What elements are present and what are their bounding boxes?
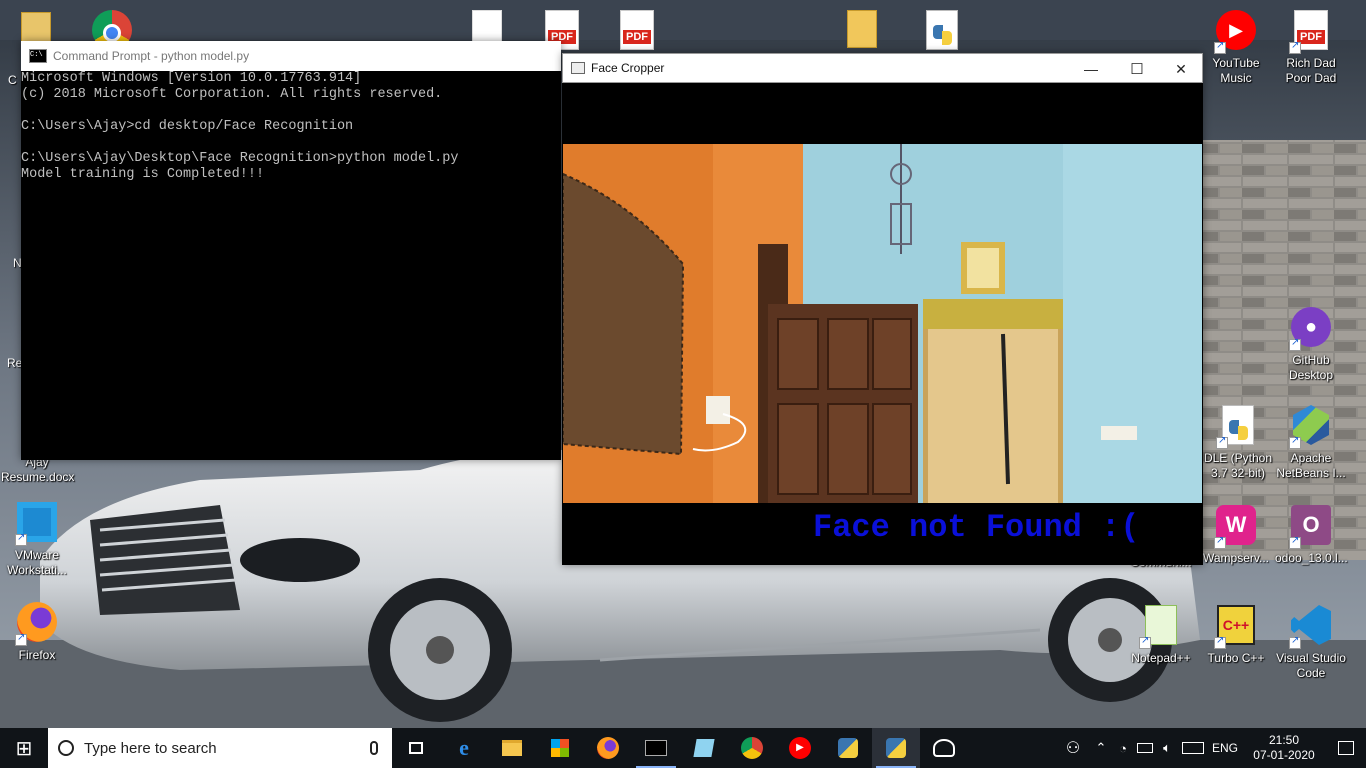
desktop-icon-label: DLE (Python 3.7 32-bit) bbox=[1203, 451, 1273, 480]
taskbar-photos[interactable] bbox=[920, 728, 968, 768]
console-line: C:\Users\Ajay>cd desktop/Face Recognitio… bbox=[21, 119, 354, 134]
notification-button[interactable] bbox=[1326, 728, 1366, 768]
app-icon bbox=[693, 739, 715, 757]
python-file-icon bbox=[926, 10, 958, 50]
desktop-icon-label: Wampserv... bbox=[1202, 551, 1269, 565]
cmd-console-output[interactable]: Microsoft Windows [Version 10.0.17763.91… bbox=[21, 71, 561, 460]
console-line: Microsoft Windows [Version 10.0.17763.91… bbox=[21, 71, 362, 86]
photos-icon bbox=[933, 739, 955, 757]
taskbar-store[interactable] bbox=[536, 728, 584, 768]
desktop-icon-python-file[interactable] bbox=[906, 8, 978, 56]
desktop-icon-wampserver[interactable]: W Wampserv... bbox=[1200, 503, 1272, 566]
desktop-icon-label: Notepad++ bbox=[1131, 651, 1191, 665]
app-window-icon bbox=[571, 62, 585, 74]
clock-date: 07-01-2020 bbox=[1253, 748, 1315, 762]
folder-icon bbox=[502, 740, 522, 756]
notification-icon bbox=[1338, 741, 1354, 755]
desktop-icon-label: Firefox bbox=[18, 648, 56, 662]
cmd-titlebar[interactable]: C:\ Command Prompt - python model.py — bbox=[21, 41, 717, 71]
desktop-icon-label: VMware Workstati... bbox=[7, 548, 67, 577]
task-view-button[interactable] bbox=[392, 728, 440, 768]
start-button[interactable]: ⊞ bbox=[0, 728, 48, 768]
task-view-icon bbox=[409, 742, 423, 754]
store-icon bbox=[551, 739, 569, 757]
camera-feed bbox=[563, 144, 1202, 503]
taskbar-firefox[interactable] bbox=[584, 728, 632, 768]
desktop-icon-odoo[interactable]: O odoo_13.0.l... bbox=[1275, 503, 1348, 566]
desktop-icon-label: Turbo C++ bbox=[1207, 651, 1265, 665]
python-icon bbox=[838, 738, 858, 758]
cmd-icon: C:\ bbox=[29, 49, 47, 63]
frame-padding-top bbox=[563, 83, 1202, 144]
partial-icon-label: C bbox=[8, 73, 17, 87]
taskbar-youtube-music[interactable]: ▶ bbox=[776, 728, 824, 768]
taskbar-command-prompt[interactable] bbox=[632, 728, 680, 768]
search-input[interactable]: Type here to search bbox=[84, 740, 370, 757]
desktop-icon-vscode[interactable]: Visual Studio Code bbox=[1275, 603, 1347, 681]
desktop-icon-label: Apache NetBeans I... bbox=[1276, 451, 1346, 480]
keyboard-icon[interactable] bbox=[1178, 728, 1208, 768]
taskbar: ⊞ Type here to search e ▶ ⚇ ⌃ ◔ 🔈︎ ENG 2… bbox=[0, 728, 1366, 768]
volume-icon[interactable]: 🔈︎ bbox=[1156, 728, 1178, 768]
desktop-icon-github-desktop[interactable]: ● GitHub Desktop bbox=[1275, 305, 1347, 383]
console-line: Model training is Completed!!! bbox=[21, 167, 265, 182]
python-icon bbox=[886, 738, 906, 758]
desktop-icon-firefox[interactable]: Firefox bbox=[1, 600, 73, 663]
battery-icon[interactable] bbox=[1134, 728, 1156, 768]
desktop-icon-pdf-2[interactable]: PDF bbox=[601, 8, 673, 56]
desktop-icon-label: GitHub Desktop bbox=[1288, 353, 1334, 382]
desktop-icon-turbo-c[interactable]: C++ Turbo C++ bbox=[1200, 603, 1272, 666]
command-prompt-window[interactable]: C:\ Command Prompt - python model.py — M… bbox=[21, 41, 717, 460]
desktop-icon-vmware[interactable]: VMware Workstati... bbox=[1, 500, 73, 578]
console-line: C:\Users\Ajay\Desktop\Face Recognition>p… bbox=[21, 151, 459, 166]
taskbar-search-box[interactable]: Type here to search bbox=[48, 728, 392, 768]
cropper-titlebar[interactable]: Face Cropper — ☐ ✕ bbox=[562, 53, 1203, 83]
folder-icon bbox=[847, 10, 877, 48]
edge-icon: e bbox=[459, 735, 469, 760]
taskbar-app[interactable] bbox=[680, 728, 728, 768]
search-icon bbox=[58, 740, 74, 756]
desktop-icon-label: YouTube Music bbox=[1212, 56, 1260, 85]
firefox-icon bbox=[597, 737, 619, 759]
clock-time: 21:50 bbox=[1268, 733, 1300, 747]
desktop-icon-label: Rich Dad Poor Dad bbox=[1285, 56, 1337, 85]
taskbar-python[interactable] bbox=[872, 728, 920, 768]
language-indicator[interactable]: ENG bbox=[1208, 728, 1242, 768]
cropper-title: Face Cropper bbox=[591, 61, 665, 75]
taskbar-python-idle[interactable] bbox=[824, 728, 872, 768]
pdf-icon: PDF bbox=[620, 10, 654, 50]
clock[interactable]: 21:50 07-01-2020 bbox=[1242, 728, 1326, 768]
desktop-icon-label: Visual Studio Code bbox=[1276, 651, 1346, 680]
desktop-icon-netbeans[interactable]: Apache NetBeans I... bbox=[1275, 403, 1347, 481]
chrome-icon bbox=[741, 737, 763, 759]
close-button[interactable]: ✕ bbox=[1158, 54, 1204, 84]
youtube-music-icon: ▶ bbox=[789, 737, 811, 759]
console-line: (c) 2018 Microsoft Corporation. All righ… bbox=[21, 87, 443, 102]
desktop-icon-rich-dad[interactable]: PDF Rich Dad Poor Dad bbox=[1275, 8, 1347, 86]
face-status-text: Face not Found :( bbox=[813, 509, 1140, 546]
cmd-title: Command Prompt - python model.py bbox=[53, 49, 250, 63]
taskbar-edge[interactable]: e bbox=[440, 728, 488, 768]
desktop-icon-folder[interactable] bbox=[826, 8, 898, 56]
maximize-button[interactable]: ☐ bbox=[1114, 54, 1160, 84]
chevron-up-icon[interactable]: ⌃ bbox=[1090, 728, 1112, 768]
microphone-icon[interactable] bbox=[370, 741, 378, 755]
desktop-icon-notepad-plus[interactable]: Notepad++ bbox=[1125, 603, 1197, 666]
taskbar-file-explorer[interactable] bbox=[488, 728, 536, 768]
desktop-icon-idle-python[interactable]: DLE (Python 3.7 32-bit) bbox=[1202, 403, 1274, 481]
minimize-button[interactable]: — bbox=[1068, 54, 1114, 84]
frame-padding-bottom: Face not Found :( bbox=[563, 503, 1202, 565]
wifi-icon[interactable]: ◔ bbox=[1112, 728, 1134, 768]
desktop-icon-youtube-music[interactable]: ▶ YouTube Music bbox=[1200, 8, 1272, 86]
people-icon[interactable]: ⚇ bbox=[1056, 728, 1090, 768]
desktop-icon-label: odoo_13.0.l... bbox=[1275, 551, 1348, 565]
taskbar-chrome[interactable] bbox=[728, 728, 776, 768]
face-cropper-window[interactable]: Face Cropper — ☐ ✕ Face not Found:( bbox=[562, 53, 1203, 565]
terminal-icon bbox=[645, 740, 667, 756]
